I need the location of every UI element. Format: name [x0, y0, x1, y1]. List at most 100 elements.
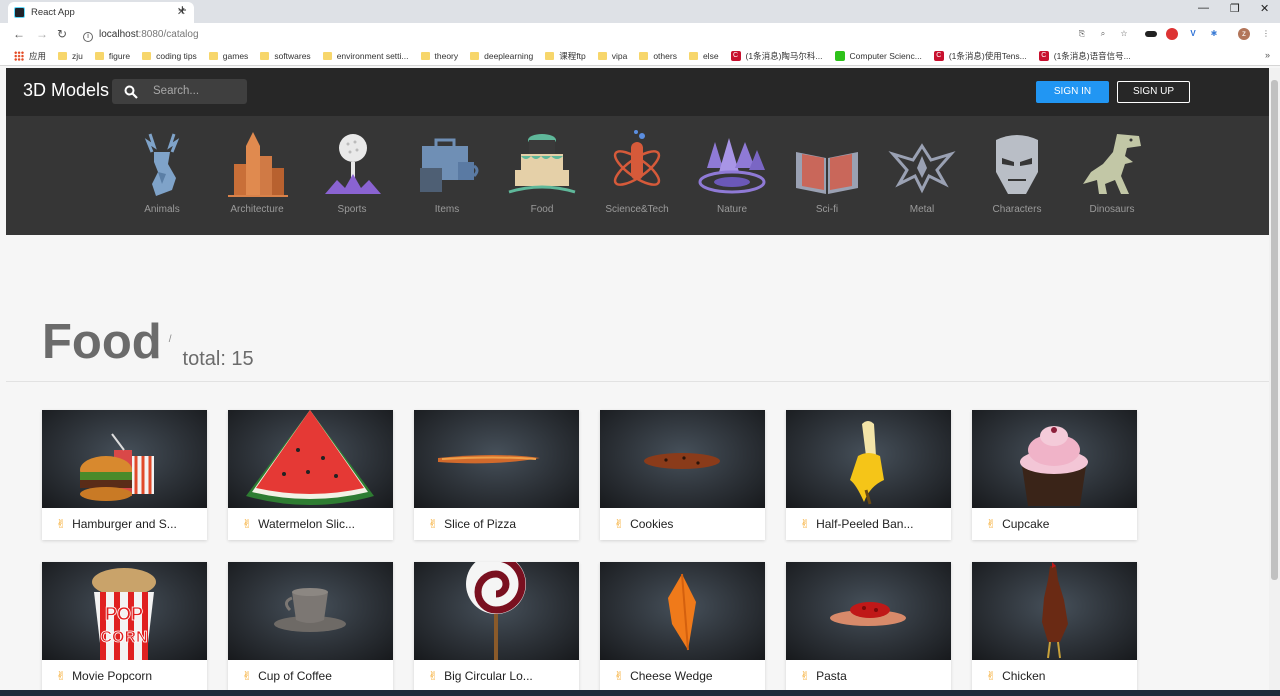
bookmark-item[interactable]: environment setti...: [322, 51, 409, 61]
hand-icon: ✌: [614, 517, 625, 531]
category-animals[interactable]: Animals: [117, 128, 207, 215]
card-caption: ✌ Pasta: [786, 660, 951, 692]
back-icon[interactable]: ←: [13, 27, 25, 41]
bookmark-label: 应用: [29, 50, 47, 61]
glasses-extension-icon[interactable]: [1145, 31, 1157, 37]
search-icon: [124, 85, 138, 99]
bookmark-item[interactable]: C (1条消息)语音信号...: [1038, 50, 1131, 62]
bookmarks-overflow-icon[interactable]: »: [1265, 50, 1270, 60]
model-thumbnail: [414, 562, 579, 660]
profile-avatar-icon[interactable]: z: [1238, 28, 1250, 40]
url-field[interactable]: i localhost:8080/catalog: [83, 26, 1083, 44]
bookmark-label: else: [702, 50, 719, 61]
model-card-cheese[interactable]: ✌ Cheese Wedge: [600, 562, 765, 692]
bookmark-item[interactable]: else: [688, 50, 719, 61]
bookmark-item[interactable]: theory: [420, 51, 458, 61]
page-scrollbar[interactable]: [1269, 68, 1280, 690]
model-thumbnail: [414, 410, 579, 508]
model-card-popcorn[interactable]: POP CORN ✌ Movie Popcorn: [42, 562, 207, 692]
popcorn-logo-text: CORN: [100, 629, 147, 646]
model-card-cupcake[interactable]: ✌ Cupcake: [972, 410, 1137, 540]
category-label: Characters: [992, 204, 1042, 215]
hand-icon: ✌: [800, 517, 811, 531]
app-root: 3D Models Search... SIGN IN SIGN UP Anim…: [6, 68, 1269, 696]
snowflake-extension-icon[interactable]: ✱: [1208, 28, 1220, 40]
forward-icon[interactable]: →: [36, 27, 48, 41]
bookmark-label: (1条消息)使用Tens...: [948, 50, 1027, 61]
sign-up-button[interactable]: SIGN UP: [1117, 81, 1190, 103]
model-name: Pasta: [816, 669, 847, 683]
model-name: Chicken: [1002, 669, 1046, 683]
model-card-lollipop[interactable]: ✌ Big Circular Lo...: [414, 562, 579, 692]
category-dinosaurs[interactable]: Dinosaurs: [1067, 128, 1157, 215]
brand-logo[interactable]: 3D Models: [23, 80, 109, 101]
bookmark-item[interactable]: figure: [94, 51, 130, 61]
category-bar: Animals Architecture Sports Items Food S…: [6, 116, 1269, 235]
popcorn-logo-text: POP: [105, 604, 143, 624]
bookmark-item[interactable]: 课程ftp: [545, 50, 586, 62]
bookmark-item[interactable]: games: [208, 51, 248, 61]
model-card-cookies[interactable]: ✌ Cookies: [600, 410, 765, 540]
model-card-chicken[interactable]: ✌ Chicken: [972, 562, 1137, 692]
page-heading: Food / total: 15: [42, 318, 254, 371]
sign-in-button[interactable]: SIGN IN: [1036, 81, 1109, 103]
model-name: Hamburger and S...: [72, 517, 177, 531]
category-nature[interactable]: Nature: [687, 128, 777, 215]
search-input[interactable]: Search...: [153, 85, 199, 97]
folder-icon: [94, 51, 104, 60]
bookmark-item[interactable]: vipa: [597, 51, 627, 61]
bookmark-star-icon[interactable]: ☆: [1118, 28, 1130, 40]
category-items[interactable]: Items: [402, 128, 492, 215]
category-science-tech[interactable]: Science&Tech: [592, 128, 682, 215]
model-card-pasta[interactable]: ✌ Pasta: [786, 562, 951, 692]
category-label: Science&Tech: [605, 204, 669, 215]
new-tab-button[interactable]: +: [178, 2, 187, 19]
category-sci-fi[interactable]: Sci-fi: [782, 128, 872, 215]
cookies-image: [644, 453, 720, 469]
category-food[interactable]: Food: [497, 128, 587, 215]
browser-menu-icon[interactable]: ⋮: [1260, 28, 1272, 40]
model-card-hamburger[interactable]: ✌ Hamburger and S...: [42, 410, 207, 540]
site-info-icon[interactable]: i: [83, 32, 93, 42]
bookmark-label: 课程ftp: [559, 50, 586, 61]
watermelon-image: [246, 410, 374, 505]
bookmark-item[interactable]: others: [639, 51, 677, 61]
bookmark-item[interactable]: C (1条消息)陶马尔科...: [730, 50, 823, 62]
bookmark-item[interactable]: Computer Scienc...: [834, 50, 922, 61]
zoom-icon[interactable]: ⌕: [1097, 28, 1109, 40]
bookmark-item[interactable]: zju: [58, 51, 83, 61]
translate-icon[interactable]: ⎘: [1076, 28, 1088, 40]
model-card-banana[interactable]: ✌ Half-Peeled Ban...: [786, 410, 951, 540]
reload-icon[interactable]: ↻: [57, 27, 67, 41]
model-card-pizza[interactable]: ✌ Slice of Pizza: [414, 410, 579, 540]
adblock-extension-icon[interactable]: [1166, 28, 1178, 40]
bookmark-item[interactable]: C (1条消息)使用Tens...: [933, 50, 1027, 62]
hand-icon: ✌: [56, 669, 67, 683]
bookmark-item[interactable]: deeplearning: [470, 51, 533, 61]
category-sports[interactable]: Sports: [307, 128, 397, 215]
bookmark-item[interactable]: 应用: [14, 50, 46, 62]
react-favicon-icon: [14, 7, 25, 18]
bookmark-label: coding tips: [156, 50, 197, 61]
model-card-coffee[interactable]: ✌ Cup of Coffee: [228, 562, 393, 692]
minimize-icon[interactable]: —: [1198, 2, 1209, 14]
search-box[interactable]: Search...: [112, 79, 247, 104]
model-thumbnail: [972, 410, 1137, 508]
vue-devtools-icon[interactable]: V: [1187, 28, 1199, 40]
category-metal[interactable]: Metal: [877, 128, 967, 215]
bookmark-item[interactable]: softwares: [260, 51, 311, 61]
bookmark-item[interactable]: coding tips: [142, 51, 197, 61]
bookmark-label: zju: [72, 50, 83, 61]
pizza-image: [438, 455, 540, 464]
forest-icon: [698, 138, 766, 194]
restore-icon[interactable]: ❐: [1230, 2, 1240, 15]
category-characters[interactable]: Characters: [972, 128, 1062, 215]
browser-tab[interactable]: React App ✕: [8, 2, 194, 23]
bookmark-label: (1条消息)陶马尔科...: [745, 50, 823, 61]
scrollbar-thumb[interactable]: [1271, 80, 1278, 580]
model-card-watermelon[interactable]: ✌ Watermelon Slic...: [228, 410, 393, 540]
url-host: localhost: [99, 29, 139, 40]
category-architecture[interactable]: Architecture: [212, 128, 302, 215]
card-caption: ✌ Cupcake: [972, 508, 1137, 540]
window-close-icon[interactable]: ✕: [1260, 2, 1269, 15]
